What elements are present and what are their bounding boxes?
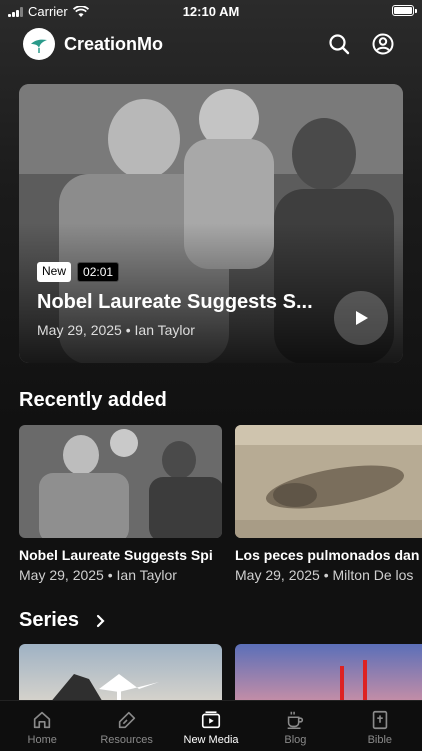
media-icon: [201, 711, 221, 729]
battery-icon: [392, 5, 417, 16]
hero-title: Nobel Laureate Suggests S...: [37, 291, 313, 313]
status-bar: Carrier 12:10 AM: [0, 0, 422, 22]
series-card[interactable]: [19, 644, 222, 704]
recent-item[interactable]: Los peces pulmonados dan May 29, 2025 • …: [235, 425, 422, 583]
bible-icon: [372, 710, 388, 730]
recent-thumbnail: [235, 425, 422, 538]
hero-badges: New 02:01: [37, 262, 120, 282]
app-header: CreationMo: [0, 24, 422, 64]
recent-item-title: Los peces pulmonados dan: [235, 547, 420, 563]
app-title: CreationMo: [64, 34, 163, 54]
tab-label: Resources: [100, 734, 153, 746]
new-badge: New: [37, 262, 72, 282]
series-thumbnail: [235, 644, 422, 704]
recent-item-meta: May 29, 2025 • Milton De los: [235, 567, 414, 583]
tab-label: Blog: [284, 734, 307, 746]
pen-icon: [118, 711, 135, 729]
tab-home[interactable]: Home: [0, 701, 84, 751]
recently-added-heading: Recently added: [19, 389, 167, 411]
recent-item-title: Nobel Laureate Suggests Spi: [19, 547, 213, 563]
recent-item-meta: May 29, 2025 • Ian Taylor: [19, 567, 177, 583]
tab-label: Home: [27, 734, 57, 746]
recent-thumbnail: [19, 425, 222, 538]
series-heading[interactable]: Series: [19, 609, 79, 632]
tab-new-media[interactable]: New Media: [169, 701, 253, 751]
duration-badge: 02:01: [77, 262, 120, 282]
hero-meta: May 29, 2025 • Ian Taylor: [37, 322, 195, 338]
search-icon[interactable]: [327, 32, 351, 56]
account-icon[interactable]: [371, 32, 395, 56]
tab-label: New Media: [183, 734, 239, 746]
featured-video-card[interactable]: New 02:01 Nobel Laureate Suggests S... M…: [19, 84, 403, 363]
series-card[interactable]: [235, 644, 422, 704]
home-icon: [34, 711, 51, 729]
tab-bible[interactable]: Bible: [338, 701, 422, 751]
tab-bar: Home Resources New Media Blog Bible: [0, 700, 422, 751]
tab-blog[interactable]: Blog: [253, 701, 337, 751]
app-logo: [23, 28, 55, 60]
play-button[interactable]: [334, 291, 388, 345]
play-icon: [356, 311, 368, 325]
logo-icon: [31, 39, 47, 53]
coffee-icon: [288, 711, 304, 730]
tab-label: Bible: [367, 734, 393, 746]
chevron-right-icon[interactable]: [94, 613, 108, 629]
tab-resources[interactable]: Resources: [84, 701, 168, 751]
series-thumbnail: [19, 644, 222, 704]
recent-item[interactable]: Nobel Laureate Suggests Spi May 29, 2025…: [19, 425, 222, 583]
status-time: 12:10 AM: [182, 4, 240, 19]
